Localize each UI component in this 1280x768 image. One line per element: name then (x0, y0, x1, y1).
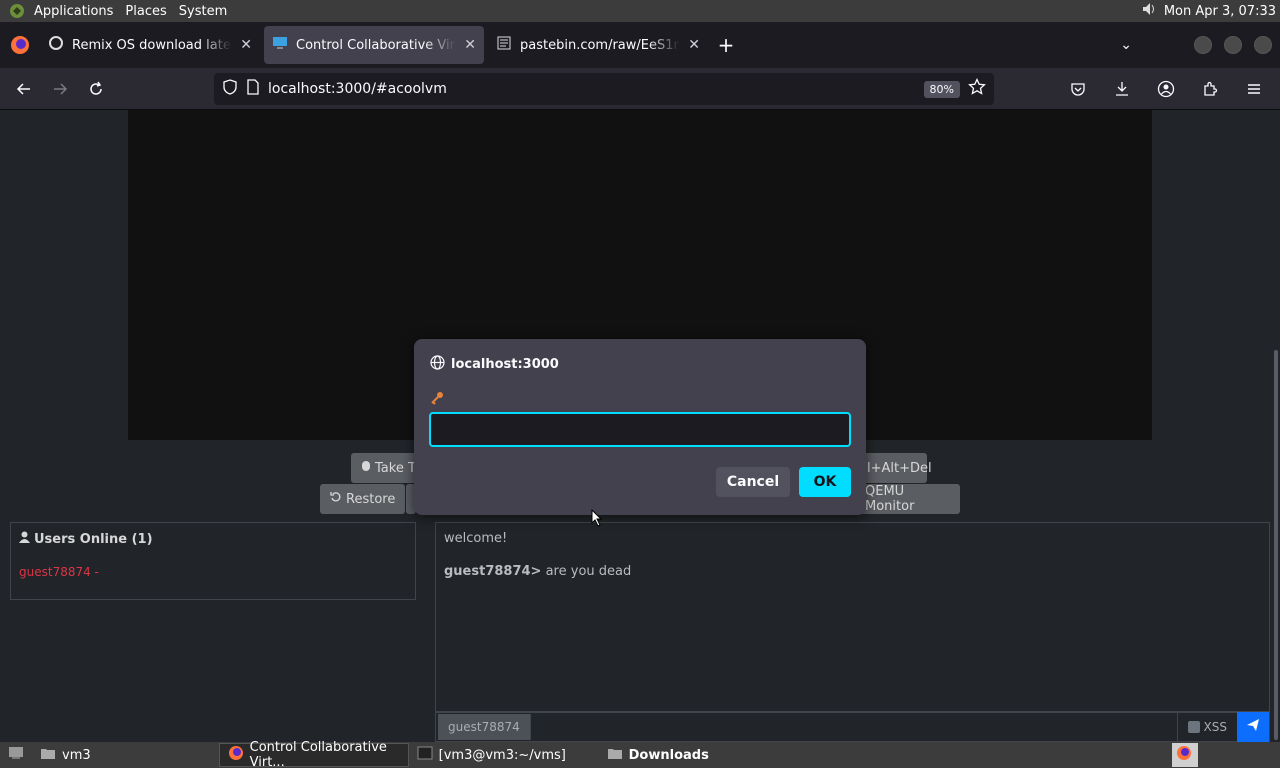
mouse-icon (361, 460, 371, 476)
paper-plane-icon (1246, 718, 1260, 736)
users-online-panel: Users Online (1) guest78874 - (10, 522, 416, 600)
chat-message-user: guest78874> (444, 564, 542, 579)
terminal-icon (417, 746, 433, 764)
hamburger-menu-icon[interactable] (1236, 73, 1272, 105)
undo-icon (330, 491, 342, 507)
send-button[interactable] (1237, 712, 1269, 742)
clock[interactable]: Mon Apr 3, 07:33 (1164, 4, 1276, 19)
applications-menu[interactable]: Applications (28, 4, 119, 19)
tab-close-icon[interactable]: ✕ (688, 37, 700, 53)
taskbar-item-firefox[interactable]: Control Collaborative Virt... (218, 740, 409, 768)
user-list-item[interactable]: guest78874 - (19, 565, 407, 579)
extensions-icon[interactable] (1192, 73, 1228, 105)
taskbar-item-vm3[interactable]: vm3 (32, 743, 99, 767)
taskbar-label: [vm3@vm3:~/vms] (438, 747, 566, 763)
url-bar[interactable]: localhost:3000/#acoolvm 80% (214, 73, 994, 105)
pocket-icon[interactable] (1060, 73, 1096, 105)
chat-input-bar: guest78874 XSS (435, 712, 1270, 742)
ok-button[interactable]: OK (799, 467, 851, 497)
dialog-origin: localhost:3000 (451, 357, 559, 372)
taskbar-item-downloads[interactable]: Downloads (599, 743, 717, 767)
monitor-favicon-icon (272, 35, 288, 55)
url-text[interactable]: localhost:3000/#acoolvm (268, 81, 916, 97)
zoom-level-badge[interactable]: 80% (923, 80, 960, 98)
xss-label: XSS (1203, 720, 1227, 734)
chat-message: welcome! (444, 531, 1261, 546)
volume-icon[interactable] (1140, 0, 1158, 22)
places-menu[interactable]: Places (119, 4, 172, 19)
taskbar-label: vm3 (62, 747, 91, 763)
key-icon (430, 391, 444, 409)
desktop-taskbar: vm3 Control Collaborative Virt... [vm3@v… (0, 740, 1280, 768)
minimize-button[interactable] (1194, 36, 1212, 54)
list-tabs-chevron-down-icon[interactable]: ⌄ (1120, 37, 1132, 53)
taskbar-label: Downloads (628, 747, 709, 763)
qemu-monitor-label: QEMU Monitor (865, 484, 915, 514)
chat-log: welcome! guest78874> are you dead (435, 522, 1270, 712)
tab-title: Remix OS download latest v (72, 37, 232, 53)
tab-pastebin[interactable]: pastebin.com/raw/EeS1nz7( ✕ (488, 26, 708, 64)
close-window-button[interactable] (1254, 36, 1272, 54)
workspace-switcher[interactable] (1172, 743, 1198, 767)
dialog-text-input[interactable] (429, 412, 851, 447)
tab-close-icon[interactable]: ✕ (464, 37, 476, 53)
page-scrollbar[interactable] (1274, 350, 1278, 740)
restore-label: Restore (346, 491, 396, 507)
show-desktop-button[interactable] (0, 743, 32, 767)
back-button[interactable] (6, 73, 42, 105)
downloads-icon[interactable] (1104, 73, 1140, 105)
navigation-bar: localhost:3000/#acoolvm 80% (0, 68, 1280, 110)
dialog-header: localhost:3000 (430, 355, 559, 374)
folder-home-icon (40, 746, 56, 764)
tab-bar: Remix OS download latest v ✕ Control Col… (0, 22, 1280, 68)
system-menu[interactable]: System (173, 4, 233, 19)
tab-title: Control Collaborative Virtual (296, 37, 456, 53)
username-label[interactable]: guest78874 (438, 714, 531, 740)
desktop-icon (8, 746, 24, 764)
desktop-top-panel: Applications Places System Mon Apr 3, 07… (0, 0, 1280, 22)
folder-icon (607, 746, 623, 764)
take-turn-label: Take T (375, 460, 416, 476)
taskbar-item-terminal[interactable]: [vm3@vm3:~/vms] (409, 743, 599, 767)
bookmark-star-icon[interactable] (968, 77, 986, 100)
restore-button[interactable]: Restore (320, 484, 406, 514)
users-online-header: Users Online (1) (19, 531, 407, 547)
taskbar-label: Control Collaborative Virt... (249, 740, 387, 768)
loading-icon (48, 35, 64, 55)
account-icon[interactable] (1148, 73, 1184, 105)
tab-close-icon[interactable]: ✕ (240, 37, 252, 53)
shield-icon[interactable] (222, 79, 238, 99)
tab-control-collaborative[interactable]: Control Collaborative Virtual ✕ (264, 26, 484, 64)
tab-remix-os[interactable]: Remix OS download latest v ✕ (40, 26, 260, 64)
new-tab-button[interactable]: + (712, 33, 740, 57)
users-online-title: Users Online (1) (34, 531, 153, 547)
xss-toggle[interactable]: XSS (1176, 713, 1237, 741)
mate-logo-icon[interactable] (6, 0, 28, 22)
firefox-menu-icon[interactable] (0, 35, 40, 55)
forward-button[interactable] (42, 73, 78, 105)
globe-icon (430, 355, 445, 374)
chat-message-text: are you dead (545, 564, 632, 579)
chat-message-input[interactable] (531, 713, 1177, 741)
firefox-icon (228, 745, 244, 765)
maximize-button[interactable] (1224, 36, 1242, 54)
xss-checkbox[interactable] (1187, 721, 1200, 733)
reload-button[interactable] (78, 73, 114, 105)
chat-message-text: welcome! (444, 531, 508, 546)
user-icon (19, 531, 30, 547)
tab-title: pastebin.com/raw/EeS1nz7( (520, 37, 681, 53)
chat-message: guest78874> are you dead (444, 564, 1261, 579)
page-icon[interactable] (246, 79, 260, 99)
qemu-monitor-button[interactable]: QEMU Monitor (855, 484, 960, 514)
firefox-small-icon (1176, 745, 1192, 765)
prompt-dialog: localhost:3000 Cancel OK (414, 339, 866, 515)
ctrl-alt-del-label: l+Alt+Del (867, 460, 932, 476)
pastebin-favicon-icon (496, 35, 512, 55)
mouse-cursor-icon (591, 508, 603, 531)
cancel-button[interactable]: Cancel (716, 467, 790, 497)
